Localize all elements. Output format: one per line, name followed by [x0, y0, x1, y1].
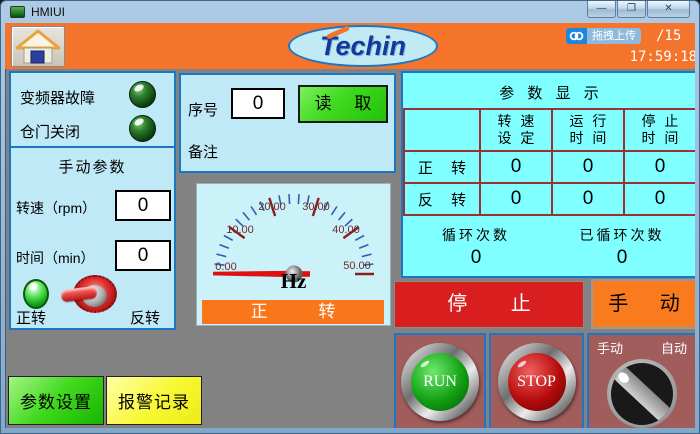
col-speed-setting: 转 速 设 定	[480, 109, 552, 151]
recipe-panel: 序号 0 读 取 备注	[179, 73, 396, 173]
mode-knob-panel: 手动 自动	[587, 333, 695, 428]
manual-params-title: 手动参数	[11, 156, 174, 177]
reverse-stoptime-value: 0	[624, 183, 695, 215]
svg-text:40.00: 40.00	[332, 224, 360, 236]
serial-input[interactable]: 0	[231, 88, 285, 119]
params-table: 转 速 设 定 运 行 时 间 停 止 时 间 正 转 0 0 0 反 转 0 …	[403, 108, 695, 216]
svg-text:30.00: 30.00	[302, 201, 330, 213]
cycle-count-value: 0	[403, 247, 549, 269]
reverse-label: 反转	[130, 307, 160, 328]
cycled-count-label: 已循环次数	[549, 225, 695, 245]
col-run-time: 运 行 时 间	[552, 109, 624, 151]
stop-button[interactable]: STOP	[508, 353, 566, 411]
knob-manual-label: 手动	[597, 338, 623, 357]
cycle-count-block: 循环次数 0	[403, 222, 549, 269]
app-window: HMIUI — ❐ ✕ Techin	[0, 0, 700, 434]
reverse-runtime-value: 0	[552, 183, 624, 215]
cycle-counters: 循环次数 0 已循环次数 0	[403, 222, 695, 269]
maximize-button[interactable]: ❐	[617, 1, 646, 18]
row-reverse-label: 反 转	[404, 183, 480, 215]
remark-label: 备注	[188, 141, 218, 162]
window-title: HMIUI	[31, 5, 65, 19]
frequency-gauge-panel: 0.00 10.00 20.00 30.00 40.00 50.00 Hz 正 …	[196, 183, 391, 326]
run-button-ring: RUN	[401, 343, 479, 421]
forward-speed-value: 0	[480, 151, 552, 183]
svg-text:20.00: 20.00	[258, 201, 286, 213]
speed-input[interactable]: 0	[115, 190, 171, 221]
table-row-forward: 正 转 0 0 0	[404, 151, 695, 183]
time-label: 时间（min）	[16, 248, 95, 268]
forward-runtime-value: 0	[552, 151, 624, 183]
read-button[interactable]: 读 取	[298, 85, 388, 123]
upload-badge-label: 拖拽上传	[587, 28, 641, 44]
run-button[interactable]: RUN	[411, 353, 469, 411]
hmi-screen: Techin 拖拽上传 /15 17:59:18 变频器故障 仓门关闭 手动参数…	[5, 23, 695, 428]
table-corner-cell	[404, 109, 480, 151]
mode-selector-knob[interactable]	[607, 359, 677, 428]
settings-button[interactable]: 参数设置	[8, 376, 104, 425]
stop-banner-button[interactable]: 停 止	[394, 281, 584, 328]
table-header-row: 转 速 设 定 运 行 时 间 停 止 时 间	[404, 109, 695, 151]
forward-stoptime-value: 0	[624, 151, 695, 183]
direction-toggle-switch[interactable]	[61, 273, 119, 315]
app-icon	[10, 6, 25, 18]
inverter-fault-label: 变频器故障	[20, 87, 95, 108]
time-input[interactable]: 0	[115, 240, 171, 271]
gauge-unit-label: Hz	[197, 269, 390, 294]
cycle-count-label: 循环次数	[403, 225, 549, 245]
alarm-button[interactable]: 报警记录	[106, 376, 202, 425]
cycled-count-block: 已循环次数 0	[549, 222, 695, 269]
speed-label: 转速（rpm）	[16, 198, 96, 218]
knob-labels: 手动 自动	[589, 335, 695, 357]
col-stop-time: 停 止 时 间	[624, 109, 695, 151]
inverter-fault-lamp	[129, 81, 156, 108]
forward-label: 正转	[16, 307, 46, 328]
gauge-status-banner: 正 转	[202, 300, 384, 324]
close-button[interactable]: ✕	[647, 1, 690, 18]
run-button-panel: RUN	[394, 333, 486, 428]
titlebar[interactable]: HMIUI — ❐ ✕	[1, 1, 699, 23]
params-title: 参 数 显 示	[403, 82, 695, 103]
serial-label: 序号	[188, 99, 218, 120]
mode-indicator[interactable]: 手 动	[591, 279, 695, 329]
panel-divider	[11, 146, 174, 148]
reverse-speed-value: 0	[480, 183, 552, 215]
knob-face	[611, 363, 673, 425]
knob-lever	[611, 363, 673, 425]
clock: 17:59:18	[609, 49, 695, 65]
forward-run-lamp	[23, 279, 49, 309]
home-icon	[16, 28, 60, 65]
stop-button-ring: STOP	[498, 343, 576, 421]
table-row-reverse: 反 转 0 0 0	[404, 183, 695, 215]
params-display-panel: 参 数 显 示 转 速 设 定 运 行 时 间 停 止 时 间 正 转 0 0 …	[401, 71, 695, 278]
header: Techin 拖拽上传 /15 17:59:18	[5, 23, 695, 69]
upload-badge[interactable]: 拖拽上传	[566, 28, 641, 44]
home-button[interactable]	[11, 26, 65, 67]
upload-link-icon	[566, 28, 587, 44]
status-manual-panel: 变频器故障 仓门关闭 手动参数 转速（rpm） 0 时间（min） 0 正转 反…	[9, 71, 176, 330]
page-indicator: /15	[656, 28, 681, 44]
stop-button-panel: STOP	[489, 333, 584, 428]
brand-logo: Techin	[288, 25, 438, 67]
minimize-button[interactable]: —	[587, 1, 616, 18]
row-forward-label: 正 转	[404, 151, 480, 183]
cycled-count-value: 0	[549, 247, 695, 269]
window-controls: — ❐ ✕	[586, 1, 690, 18]
door-closed-lamp	[129, 115, 156, 142]
svg-text:10.00: 10.00	[226, 224, 254, 236]
door-closed-label: 仓门关闭	[20, 121, 80, 142]
knob-auto-label: 自动	[661, 338, 687, 357]
